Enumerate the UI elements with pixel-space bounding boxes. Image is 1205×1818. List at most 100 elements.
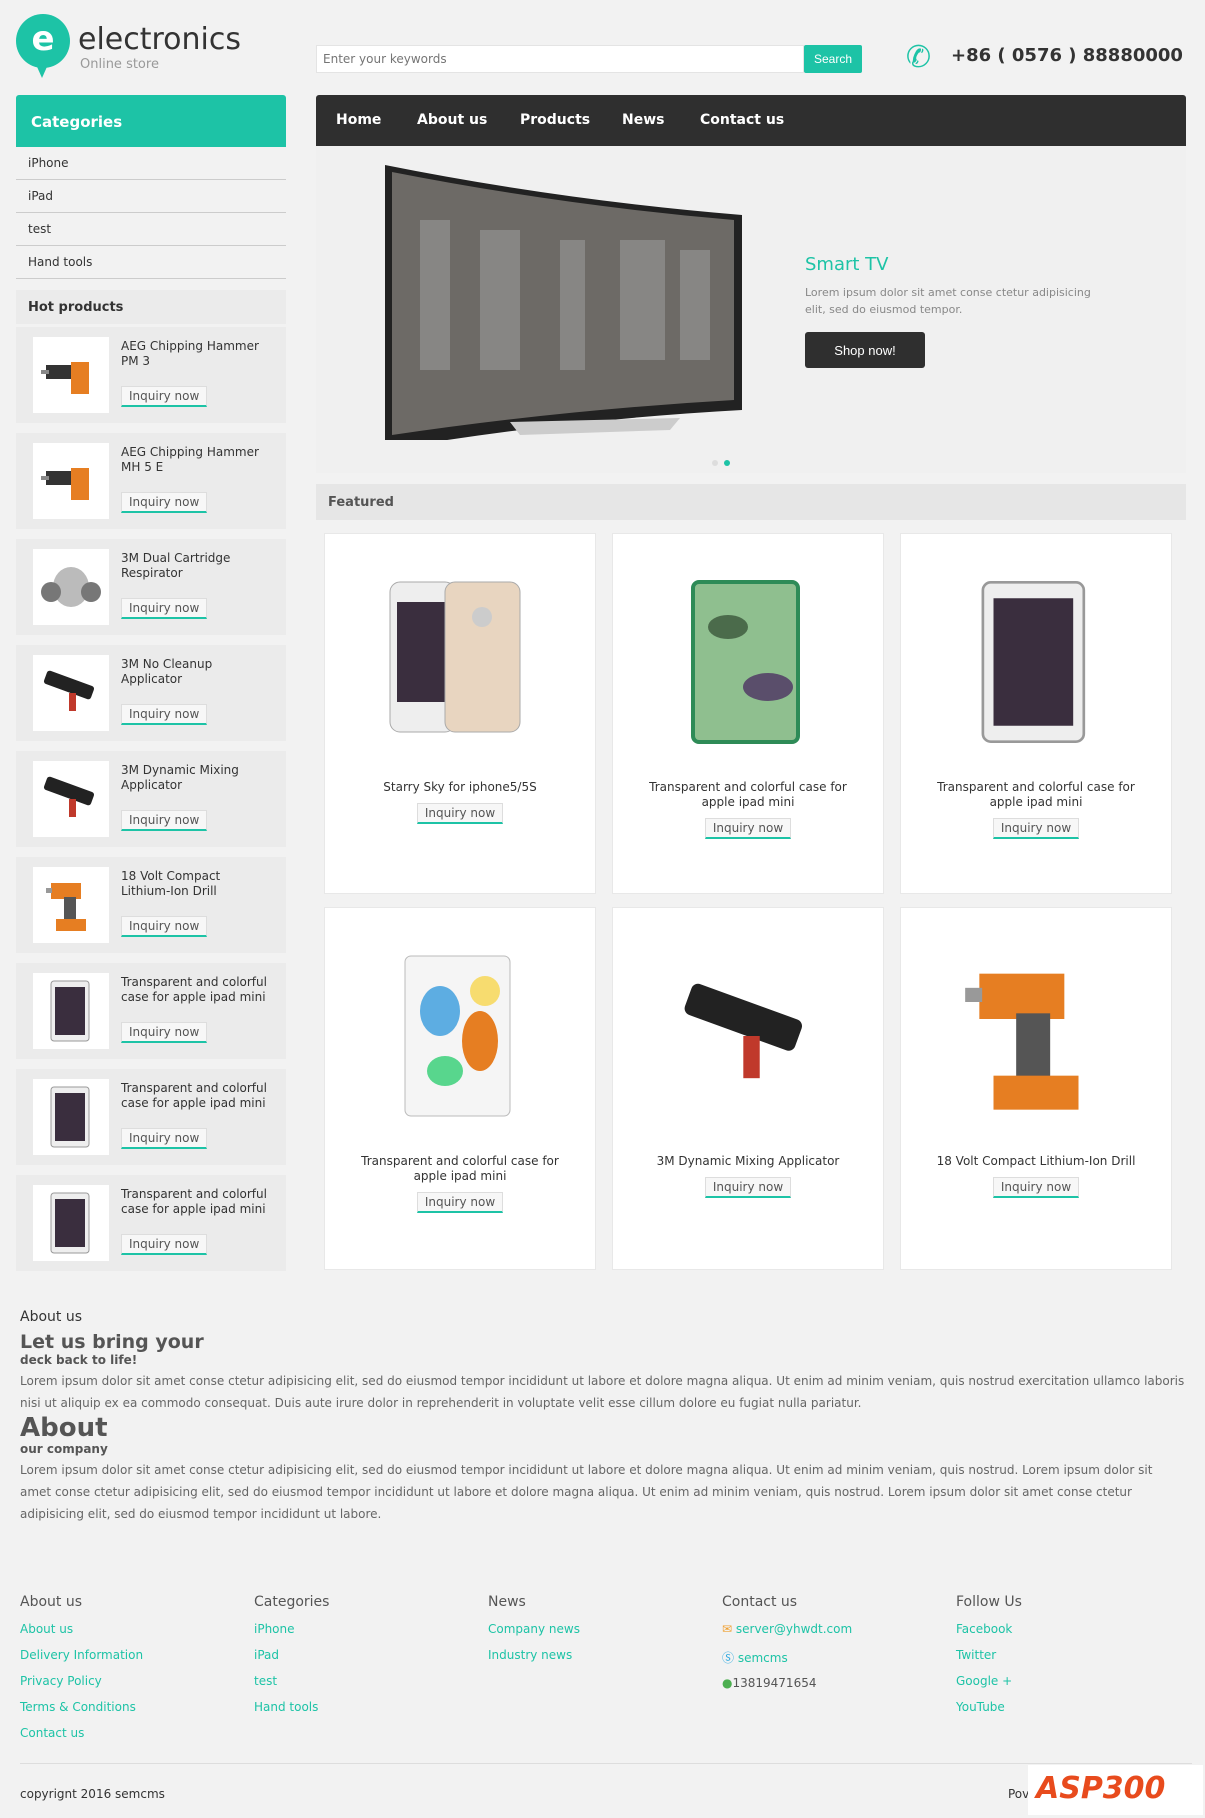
- brand-name[interactable]: electronics: [78, 22, 241, 57]
- contact-skype[interactable]: semcms: [738, 1651, 788, 1665]
- hot-product-name[interactable]: Transparent and colorful case for apple …: [121, 1081, 271, 1111]
- footer-heading: About us: [20, 1594, 83, 1610]
- nav-news[interactable]: News: [622, 112, 664, 128]
- hot-product[interactable]: 3M Dynamic Mixing Applicator Inquiry now: [16, 751, 286, 847]
- hot-product[interactable]: Transparent and colorful case for apple …: [16, 963, 286, 1059]
- contact-email[interactable]: server@yhwdt.com: [736, 1622, 852, 1636]
- footer-link[interactable]: Delivery Information: [20, 1648, 250, 1664]
- footer-link[interactable]: Facebook: [956, 1622, 1186, 1638]
- inquiry-button[interactable]: Inquiry now: [121, 386, 208, 407]
- about-heading: Let us bring your: [20, 1331, 204, 1353]
- ipad-case-icon[interactable]: [33, 1185, 109, 1261]
- hot-product-name[interactable]: Transparent and colorful case for apple …: [121, 975, 271, 1005]
- ipad-case-icon[interactable]: [33, 973, 109, 1049]
- applicator-icon[interactable]: [33, 655, 109, 731]
- about-company-heading: About: [20, 1413, 108, 1443]
- product-card[interactable]: 3M Dynamic Mixing Applicator Inquiry now: [612, 907, 884, 1270]
- nav-contact[interactable]: Contact us: [700, 112, 784, 128]
- footer-link[interactable]: Industry news: [488, 1648, 718, 1664]
- product-title[interactable]: Transparent and colorful case for apple …: [921, 780, 1151, 810]
- footer-link[interactable]: Google +: [956, 1674, 1186, 1690]
- applicator-icon[interactable]: [648, 936, 848, 1136]
- category-hand-tools[interactable]: Hand tools: [16, 246, 286, 279]
- nav-home[interactable]: Home: [336, 112, 381, 128]
- ipad-case-icon[interactable]: [33, 1079, 109, 1155]
- footer-link[interactable]: Terms & Conditions: [20, 1700, 250, 1716]
- hot-product-name[interactable]: 3M Dual Cartridge Respirator: [121, 551, 271, 581]
- hot-product[interactable]: 3M No Cleanup Applicator Inquiry now: [16, 645, 286, 741]
- footer-link[interactable]: Company news: [488, 1622, 718, 1638]
- footer-link[interactable]: iPhone: [254, 1622, 484, 1638]
- inquiry-button[interactable]: Inquiry now: [704, 818, 792, 839]
- drill-icon[interactable]: [936, 936, 1136, 1136]
- product-card[interactable]: 18 Volt Compact Lithium-Ion Drill Inquir…: [900, 907, 1172, 1270]
- category-test[interactable]: test: [16, 213, 286, 246]
- hot-product[interactable]: 18 Volt Compact Lithium-Ion Drill Inquir…: [16, 857, 286, 953]
- nav-about[interactable]: About us: [417, 112, 487, 128]
- product-card[interactable]: Transparent and colorful case for apple …: [900, 533, 1172, 894]
- slide-dot-active[interactable]: [724, 460, 730, 466]
- inquiry-button[interactable]: Inquiry now: [416, 1192, 504, 1213]
- inquiry-button[interactable]: Inquiry now: [992, 1177, 1080, 1198]
- footer-column: Follow Us Facebook Twitter Google + YouTube: [956, 1594, 1186, 1726]
- about-company-paragraph: Lorem ipsum dolor sit amet conse ctetur …: [20, 1463, 1153, 1521]
- inquiry-button[interactable]: Inquiry now: [121, 1022, 208, 1043]
- inquiry-button[interactable]: Inquiry now: [992, 818, 1080, 839]
- footer-link[interactable]: Hand tools: [254, 1700, 484, 1716]
- hot-product[interactable]: AEG Chipping Hammer MH 5 E Inquiry now: [16, 433, 286, 529]
- inquiry-button[interactable]: Inquiry now: [121, 916, 208, 937]
- inquiry-button[interactable]: Inquiry now: [121, 598, 208, 619]
- inquiry-button[interactable]: Inquiry now: [121, 492, 208, 513]
- applicator-icon[interactable]: [33, 761, 109, 837]
- camo-ipad-case-icon[interactable]: [648, 562, 848, 762]
- ipad-case-icon[interactable]: [936, 562, 1136, 762]
- inquiry-button[interactable]: Inquiry now: [121, 1128, 208, 1149]
- inquiry-button[interactable]: Inquiry now: [121, 1234, 208, 1255]
- footer-link[interactable]: test: [254, 1674, 484, 1690]
- watermark-logo: ASP300: [1028, 1765, 1203, 1815]
- inquiry-button[interactable]: Inquiry now: [121, 810, 208, 831]
- hot-product[interactable]: 3M Dual Cartridge Respirator Inquiry now: [16, 539, 286, 635]
- inquiry-button[interactable]: Inquiry now: [704, 1177, 792, 1198]
- about-subheading: deck back to life!: [20, 1353, 138, 1367]
- product-title[interactable]: Starry Sky for iphone5/5S: [345, 780, 575, 795]
- nav-products[interactable]: Products: [520, 112, 590, 128]
- respirator-icon[interactable]: [33, 549, 109, 625]
- category-iphone[interactable]: iPhone: [16, 147, 286, 180]
- footer-link[interactable]: About us: [20, 1622, 250, 1638]
- hot-product-name[interactable]: 3M Dynamic Mixing Applicator: [121, 763, 271, 793]
- product-card[interactable]: Starry Sky for iphone5/5S Inquiry now: [324, 533, 596, 894]
- search-input[interactable]: [316, 45, 804, 73]
- footer-link[interactable]: YouTube: [956, 1700, 1186, 1716]
- footer-link[interactable]: Contact us: [20, 1726, 250, 1742]
- product-title[interactable]: Transparent and colorful case for apple …: [633, 780, 863, 810]
- inquiry-button[interactable]: Inquiry now: [121, 704, 208, 725]
- footer-link[interactable]: Twitter: [956, 1648, 1186, 1664]
- drill-icon[interactable]: [33, 867, 109, 943]
- slide-title: Smart TV: [805, 254, 889, 275]
- slide-dot[interactable]: [712, 460, 718, 466]
- product-card[interactable]: Transparent and colorful case for apple …: [612, 533, 884, 894]
- hot-product-name[interactable]: 18 Volt Compact Lithium-Ion Drill: [121, 869, 271, 899]
- hot-product-name[interactable]: AEG Chipping Hammer PM 3: [121, 339, 271, 369]
- shop-now-button[interactable]: Shop now!: [805, 332, 925, 368]
- hot-product-name[interactable]: Transparent and colorful case for apple …: [121, 1187, 271, 1217]
- hot-product[interactable]: AEG Chipping Hammer PM 3 Inquiry now: [16, 327, 286, 423]
- product-card[interactable]: Transparent and colorful case for apple …: [324, 907, 596, 1270]
- hot-product[interactable]: Transparent and colorful case for apple …: [16, 1069, 286, 1165]
- product-title[interactable]: 18 Volt Compact Lithium-Ion Drill: [921, 1154, 1151, 1169]
- hammer-drill-icon[interactable]: [33, 337, 109, 413]
- category-ipad[interactable]: iPad: [16, 180, 286, 213]
- product-title[interactable]: 3M Dynamic Mixing Applicator: [633, 1154, 863, 1169]
- hot-product-name[interactable]: 3M No Cleanup Applicator: [121, 657, 271, 687]
- hot-product[interactable]: Transparent and colorful case for apple …: [16, 1175, 286, 1271]
- hammer-drill-icon[interactable]: [33, 443, 109, 519]
- footer-link[interactable]: iPad: [254, 1648, 484, 1664]
- footer-link[interactable]: Privacy Policy: [20, 1674, 250, 1690]
- hot-product-name[interactable]: AEG Chipping Hammer MH 5 E: [121, 445, 271, 475]
- colorful-ipad-case-icon[interactable]: [360, 936, 560, 1136]
- search-button[interactable]: Search: [804, 45, 862, 73]
- inquiry-button[interactable]: Inquiry now: [416, 803, 504, 824]
- iphone-case-icon[interactable]: [360, 562, 560, 762]
- product-title[interactable]: Transparent and colorful case for apple …: [345, 1154, 575, 1184]
